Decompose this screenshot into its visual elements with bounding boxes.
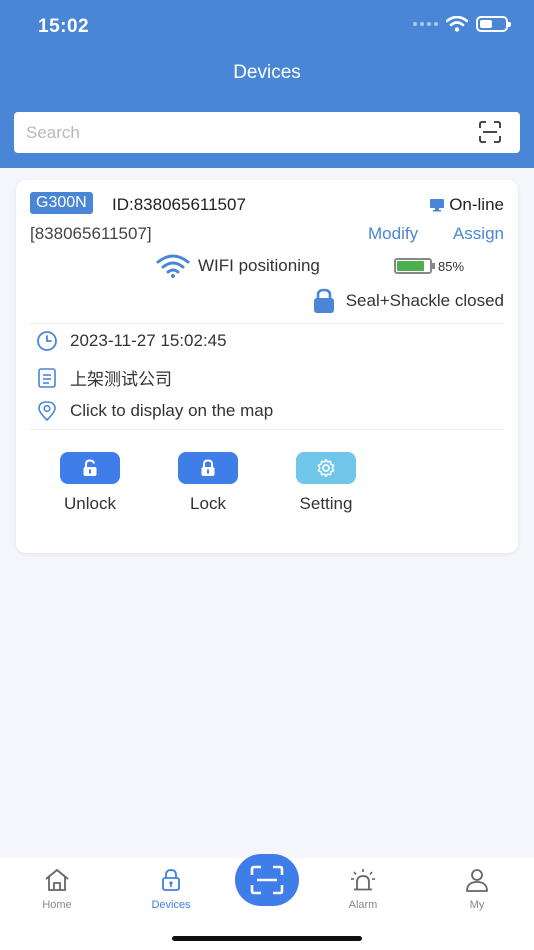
lock-icon [201,459,215,476]
setting-button[interactable] [296,452,356,484]
device-imei: [838065611507] [30,224,152,243]
positioning-status: WIFI positioning [156,254,320,278]
online-status-label: On-line [449,195,504,214]
device-battery: 85% [394,258,464,274]
search-bar [14,112,520,153]
setting-action[interactable]: Setting [276,452,376,514]
document-icon [38,367,56,388]
tab-alarm-label: Alarm [348,899,378,911]
gear-icon [317,458,335,478]
map-link[interactable]: Click to display on the map [70,401,273,421]
device-battery-icon [394,258,435,274]
home-icon [45,869,69,891]
cellular-signal-icon [413,22,438,26]
location-pin-icon [38,401,56,422]
unlock-button[interactable] [60,452,120,484]
lock-action[interactable]: Lock [158,452,258,514]
timestamp-row: 2023-11-27 15:02:45 [36,330,227,352]
tab-my[interactable]: My [437,868,517,911]
timestamp: 2023-11-27 15:02:45 [70,331,227,350]
status-indicators [413,16,511,32]
search-input[interactable] [26,122,446,143]
lock-icon [162,869,180,891]
padlock-icon [313,288,334,313]
device-card[interactable]: G300N ID:838065611507 On-line [838065611… [16,180,518,553]
scan-icon[interactable] [478,121,502,143]
device-actions: Unlock Lock Setting [16,452,518,522]
device-id: ID:838065611507 [112,195,246,214]
wifi-icon [446,16,468,32]
setting-label: Setting [299,494,353,513]
modify-link[interactable]: Modify [368,224,418,244]
battery-icon [476,16,511,32]
seal-status: Seal+Shackle closed [312,288,504,314]
lock-button[interactable] [178,452,238,484]
company-name: 上架测试公司 [70,370,172,389]
battery-percent: 85% [438,258,465,274]
status-bar: 15:02 [0,0,534,52]
seal-status-label: Seal+Shackle closed [345,291,504,310]
tab-alarm[interactable]: Alarm [323,868,403,911]
status-time: 15:02 [38,16,90,37]
scan-button[interactable] [235,854,299,906]
page-title: Devices [233,62,301,83]
app-header: 15:02 Devices [0,0,534,168]
divider [30,323,504,324]
unlock-label: Unlock [64,494,116,513]
clock-icon [37,331,57,351]
unlock-icon [83,459,97,476]
assign-link[interactable]: Assign [453,224,504,244]
tab-home[interactable]: Home [17,868,97,911]
device-battery-level [397,261,425,271]
tab-home-label: Home [42,899,72,911]
alarm-icon [351,869,375,891]
lock-label: Lock [190,494,226,513]
unlock-action[interactable]: Unlock [40,452,140,514]
monitor-icon [430,199,445,212]
wifi-positioning-icon [156,254,190,278]
model-badge: G300N [30,192,93,214]
scan-icon [250,865,284,895]
online-status: On-line [429,195,504,215]
company-row: 上架测试公司 [36,365,172,390]
divider [30,429,504,430]
home-indicator [172,936,362,941]
positioning-label: WIFI positioning [198,256,320,275]
tab-my-label: My [469,899,485,911]
map-row[interactable]: Click to display on the map [36,400,273,422]
user-icon [466,869,488,892]
tab-devices[interactable]: Devices [131,868,211,911]
tab-devices-label: Devices [151,899,191,911]
